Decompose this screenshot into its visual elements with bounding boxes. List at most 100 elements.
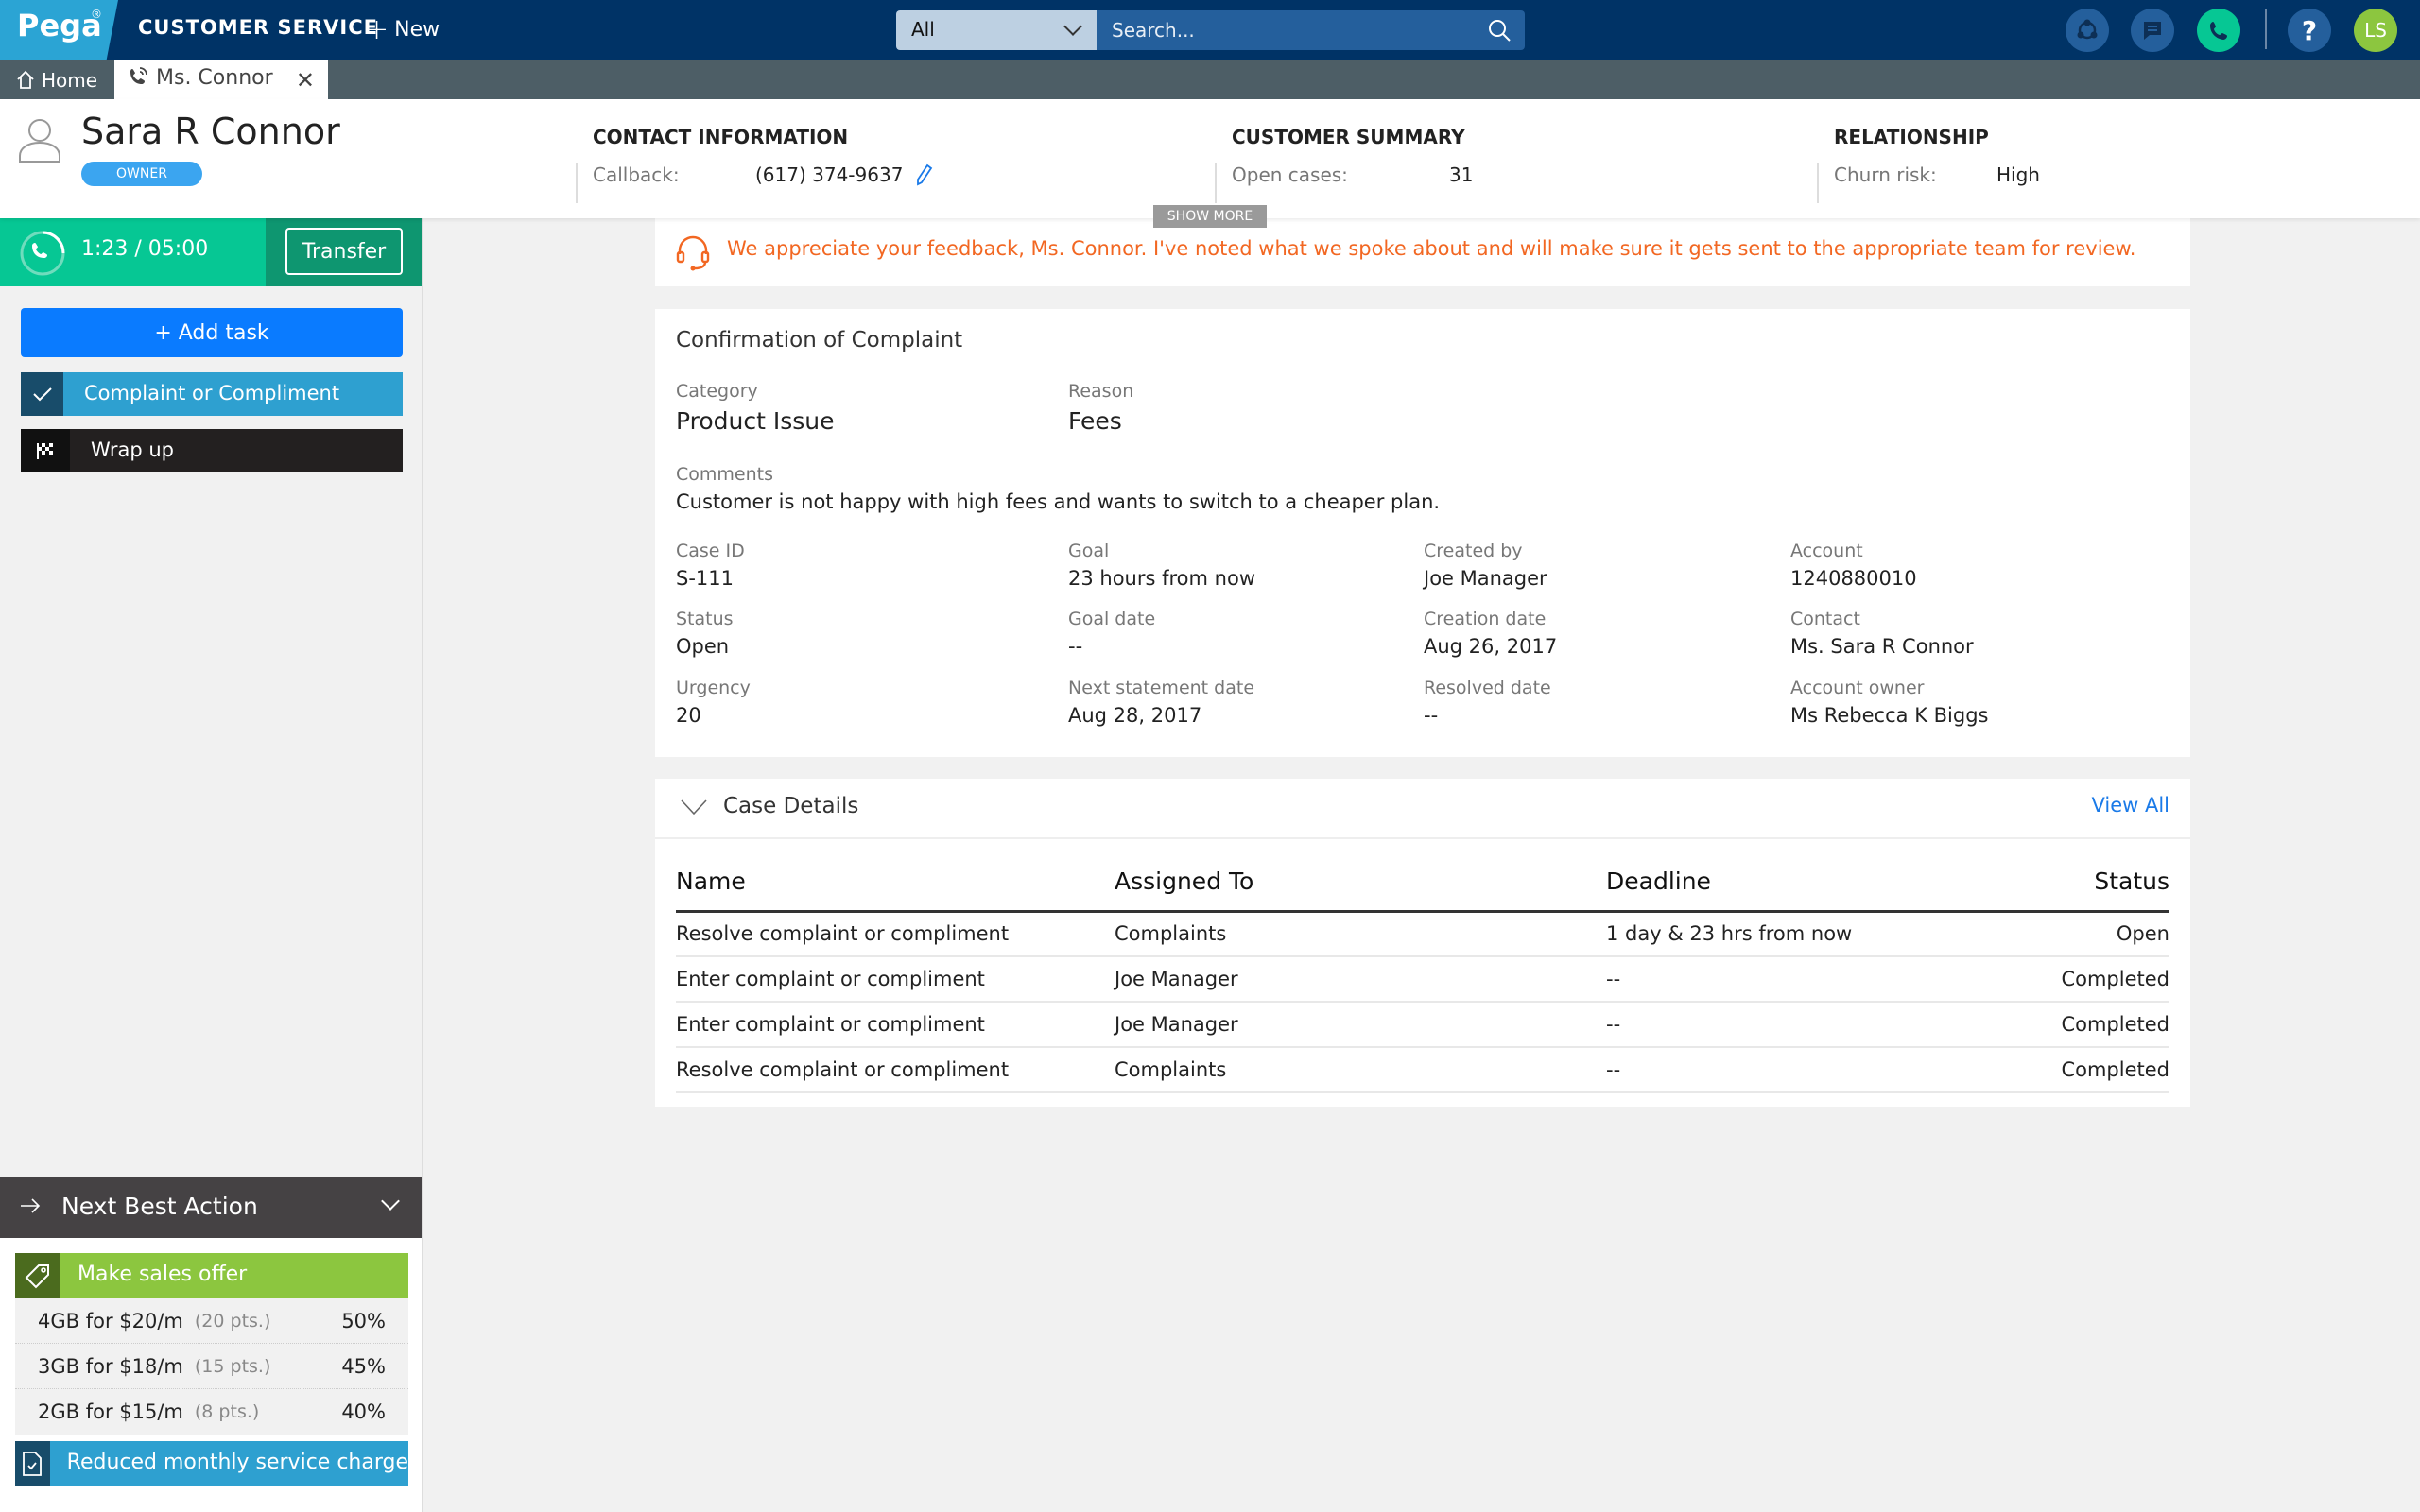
arrow-right-icon	[21, 1198, 41, 1213]
cell-name: Enter complaint or compliment	[676, 956, 1115, 1003]
field-label: Urgency	[676, 678, 751, 698]
offer-points: (20 pts.)	[194, 1310, 271, 1332]
status-field: Status Open	[676, 609, 734, 658]
cell-assigned-to: Complaints	[1115, 1047, 1606, 1093]
tab-home[interactable]: Home	[0, 60, 114, 99]
price-tag-icon	[15, 1253, 60, 1298]
task-label: Wrap up	[91, 438, 174, 461]
add-task-button[interactable]: + Add task	[21, 308, 403, 357]
task-complaint-or-compliment[interactable]: Complaint or Compliment	[21, 372, 403, 416]
transfer-button[interactable]: Transfer	[285, 228, 403, 275]
feedback-message: We appreciate your feedback, Ms. Connor.…	[727, 237, 2136, 260]
user-avatar[interactable]: LS	[2354, 9, 2397, 52]
search-icon[interactable]	[1487, 18, 1512, 43]
next-statement-date-field: Next statement date Aug 28, 2017	[1068, 678, 1254, 727]
relationship: RELATIONSHIP Churn risk: High	[1817, 126, 2040, 203]
column-header-assigned-to[interactable]: Assigned To	[1115, 852, 1606, 913]
brand-name: Pega	[17, 8, 102, 43]
column-header-status[interactable]: Status	[1984, 852, 2169, 913]
table-row[interactable]: Resolve complaint or compliment Complain…	[676, 1047, 2169, 1093]
field-value: Aug 26, 2017	[1424, 635, 1558, 658]
cell-name: Resolve complaint or compliment	[676, 911, 1115, 957]
open-cases-label: Open cases:	[1232, 163, 1348, 186]
action-label: Reduced monthly service charge	[66, 1451, 408, 1474]
card-title: Confirmation of Complaint	[676, 328, 963, 352]
cell-assigned-to: Joe Manager	[1115, 1002, 1606, 1048]
close-icon[interactable]: ✕	[296, 67, 315, 94]
search-input[interactable]	[1097, 10, 1525, 50]
chat-button[interactable]	[2131, 9, 2174, 52]
top-navigation-bar: Pega ® CUSTOMER SERVICE +New All ? LS	[0, 0, 2420, 60]
offer-name: 3GB for $18/m	[38, 1354, 183, 1378]
network-button[interactable]	[2066, 9, 2109, 52]
field-label: Case ID	[676, 541, 745, 561]
reduced-service-charge-action[interactable]: Reduced monthly service charge	[15, 1441, 408, 1486]
new-button-label: New	[394, 18, 441, 42]
cell-assigned-to: Joe Manager	[1115, 956, 1606, 1003]
make-sales-offer[interactable]: Make sales offer	[15, 1253, 408, 1298]
app-title: CUSTOMER SERVICE	[138, 16, 378, 39]
offer-name: 4GB for $20/m	[38, 1309, 183, 1332]
contact-info-title: CONTACT INFORMATION	[593, 126, 849, 148]
field-value: S-111	[676, 567, 734, 590]
offer-list: 4GB for $20/m (20 pts.) 50% 3GB for $18/…	[15, 1298, 408, 1435]
divider	[1817, 163, 1819, 203]
search-scope-dropdown[interactable]: All	[896, 10, 1097, 50]
offer-percent: 45%	[341, 1354, 386, 1378]
next-best-action-header[interactable]: Next Best Action	[0, 1177, 422, 1238]
headset-icon	[676, 235, 710, 271]
table-row[interactable]: Enter complaint or compliment Joe Manage…	[676, 956, 2169, 1003]
open-cases-value: 31	[1449, 163, 1474, 186]
account-owner-field: Account owner Ms Rebecca K Biggs	[1790, 678, 1988, 727]
phone-call-icon	[130, 67, 147, 84]
cell-status: Completed	[1984, 956, 2169, 1003]
goal-field: Goal 23 hours from now	[1068, 541, 1255, 590]
field-value: 20	[676, 704, 701, 727]
feedback-banner: We appreciate your feedback, Ms. Connor.…	[655, 218, 2190, 286]
document-check-icon	[15, 1441, 50, 1486]
field-value: Aug 28, 2017	[1068, 704, 1202, 727]
offer-item[interactable]: 4GB for $20/m (20 pts.) 50%	[15, 1298, 408, 1344]
churn-risk-value: High	[1996, 163, 2040, 186]
cell-assigned-to: Complaints	[1115, 911, 1606, 957]
created-by-field: Created by Joe Manager	[1424, 541, 1547, 590]
field-label: Category	[676, 381, 758, 402]
offer-item[interactable]: 3GB for $18/m (15 pts.) 45%	[15, 1344, 408, 1389]
chat-icon	[2144, 22, 2161, 40]
offer-item[interactable]: 2GB for $15/m (8 pts.) 40%	[15, 1389, 408, 1435]
field-label: Account	[1790, 541, 1863, 561]
nav-divider	[2265, 9, 2267, 49]
search-scope-value: All	[911, 18, 935, 41]
contact-information: CONTACT INFORMATION Callback: (617) 374-…	[576, 126, 933, 203]
view-all-link[interactable]: View All	[2091, 794, 2169, 816]
column-header-deadline[interactable]: Deadline	[1606, 852, 1984, 913]
goal-date-field: Goal date --	[1068, 609, 1155, 658]
plus-icon: +	[365, 13, 389, 46]
customer-name: Sara R Connor	[81, 111, 340, 152]
field-label: Comments	[676, 464, 773, 485]
add-task-label: Add task	[178, 320, 269, 345]
task-label: Complaint or Compliment	[84, 382, 340, 404]
table-row[interactable]: Resolve complaint or compliment Complain…	[676, 911, 2169, 957]
field-label: Goal	[1068, 541, 1110, 561]
tab-ms-connor[interactable]: Ms. Connor ✕	[114, 60, 328, 99]
field-label: Contact	[1790, 609, 1860, 629]
chevron-down-icon[interactable]	[680, 798, 708, 816]
field-label: Account owner	[1790, 678, 1925, 698]
task-wrap-up[interactable]: Wrap up	[21, 429, 403, 472]
show-more-button[interactable]: SHOW MORE	[1153, 205, 1267, 228]
relationship-title: RELATIONSHIP	[1834, 126, 1989, 148]
help-button[interactable]: ?	[2288, 9, 2331, 52]
checkered-flag-icon	[21, 429, 70, 472]
plus-icon: +	[154, 320, 179, 345]
table-row[interactable]: Enter complaint or compliment Joe Manage…	[676, 1002, 2169, 1048]
offer-points: (15 pts.)	[194, 1355, 271, 1377]
phone-button[interactable]	[2197, 9, 2240, 52]
edit-pencil-icon[interactable]	[916, 163, 933, 186]
column-header-name[interactable]: Name	[676, 852, 1115, 913]
next-best-action-panel: Make sales offer 4GB for $20/m (20 pts.)…	[0, 1238, 422, 1512]
cell-name: Enter complaint or compliment	[676, 1002, 1115, 1048]
cell-deadline: 1 day & 23 hrs from now	[1606, 911, 1984, 957]
home-icon	[17, 70, 34, 89]
new-button[interactable]: + New	[365, 13, 440, 46]
